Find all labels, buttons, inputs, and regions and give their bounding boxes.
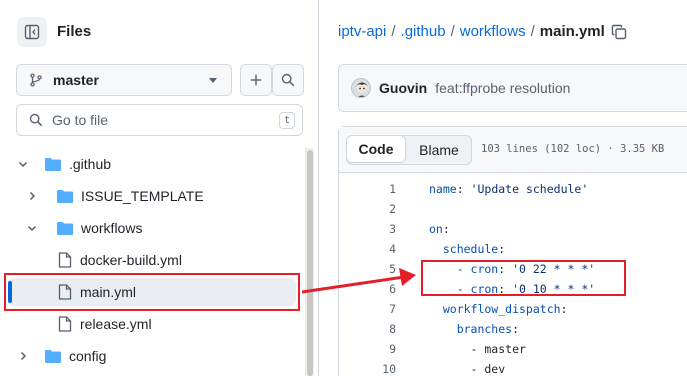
go-to-file-input[interactable]: Go to file t	[16, 104, 303, 136]
add-file-button[interactable]	[240, 64, 272, 96]
tab-code[interactable]: Code	[346, 135, 406, 163]
breadcrumb-current-file: main.yml	[539, 23, 605, 40]
line-number[interactable]: 3	[338, 222, 396, 236]
file-icon	[58, 252, 72, 268]
search-icon	[281, 73, 295, 87]
go-to-file-placeholder: Go to file	[52, 112, 109, 128]
copy-icon	[611, 24, 627, 39]
tab-blame[interactable]: Blame	[407, 136, 471, 164]
branch-selector[interactable]: master	[16, 64, 232, 96]
breadcrumb-workflows-link[interactable]: workflows	[460, 23, 526, 40]
yaml-colon: :	[456, 182, 471, 196]
code-line[interactable]: 4 schedule:	[338, 240, 687, 260]
line-number[interactable]: 7	[338, 302, 396, 316]
latest-commit-bar: Guovin feat:ffprobe resolution	[338, 64, 687, 112]
yaml-key: schedule	[429, 242, 499, 256]
code-line[interactable]: 7 workflow_dispatch:	[338, 300, 687, 320]
tree-item-label: docker-build.yml	[80, 252, 182, 268]
annotation-highlight-cron-lines	[421, 260, 626, 296]
yaml-colon: :	[498, 242, 506, 256]
breadcrumb: iptv-api / .github / workflows / main.ym…	[338, 23, 627, 40]
annotation-highlight-main-yml	[4, 273, 300, 311]
chevron-down-icon	[209, 78, 217, 83]
file-stats: 103 lines (102 loc) · 3.35 KB	[481, 143, 665, 155]
breadcrumb-separator: /	[530, 23, 535, 40]
line-source: name: 'Update schedule'	[429, 182, 588, 196]
code-line[interactable]: 10 - dev	[338, 360, 687, 376]
yaml-key: - dev	[429, 362, 506, 376]
tree-item-config[interactable]: config	[8, 342, 296, 370]
yaml-colon: :	[442, 222, 450, 236]
chevron-right-icon	[24, 188, 40, 204]
sidebar-scrollbar-thumb[interactable]	[307, 150, 313, 376]
tree-item-workflows[interactable]: workflows	[8, 214, 296, 242]
line-number[interactable]: 6	[338, 282, 396, 296]
plus-icon	[250, 74, 262, 86]
chevron-right-icon	[15, 348, 31, 364]
code-line[interactable]: 9 - master	[338, 340, 687, 360]
line-source: on:	[429, 222, 450, 236]
line-source: schedule:	[429, 242, 505, 256]
line-number[interactable]: 2	[338, 202, 396, 216]
tree-item-label: ISSUE_TEMPLATE	[81, 188, 204, 204]
code-line[interactable]: 3 on:	[338, 220, 687, 240]
line-source: branches:	[429, 322, 519, 336]
folder-icon	[57, 222, 73, 235]
line-source: workflow_dispatch:	[429, 302, 568, 316]
breadcrumb-github-link[interactable]: .github	[401, 23, 446, 40]
chevron-down-icon	[24, 220, 40, 236]
line-number[interactable]: 8	[338, 322, 396, 336]
tree-item-label: config	[69, 348, 107, 364]
code-line[interactable]: 8 branches:	[338, 320, 687, 340]
yaml-colon: :	[560, 302, 568, 316]
line-source: - dev	[429, 362, 506, 376]
keyboard-shortcut-hint: t	[279, 112, 295, 129]
git-branch-icon	[30, 73, 42, 87]
folder-icon	[57, 190, 73, 203]
tree-item-label: release.yml	[80, 316, 152, 332]
code-viewer-header: Code Blame 103 lines (102 loc) · 3.35 KB	[339, 127, 687, 173]
sidebar-divider[interactable]	[318, 0, 319, 376]
line-number[interactable]: 9	[338, 342, 396, 356]
tree-item-release-yml[interactable]: release.yml	[8, 310, 296, 338]
line-source: - master	[429, 342, 526, 356]
folder-icon	[45, 158, 61, 171]
search-icon	[29, 113, 43, 127]
line-number[interactable]: 5	[338, 262, 396, 276]
yaml-key: - master	[429, 342, 526, 356]
line-number[interactable]: 1	[338, 182, 396, 196]
code-line[interactable]: 2	[338, 200, 687, 220]
yaml-value: 'Update schedule'	[470, 182, 589, 196]
avatar[interactable]	[351, 78, 371, 98]
sidebar-collapse-icon	[24, 24, 40, 40]
tree-item-github[interactable]: .github	[8, 150, 296, 178]
yaml-key: on	[429, 222, 443, 236]
line-number[interactable]: 4	[338, 242, 396, 256]
yaml-key: name	[429, 182, 457, 196]
chevron-down-icon	[15, 156, 31, 172]
file-icon	[58, 316, 72, 332]
breadcrumb-separator: /	[450, 23, 455, 40]
tree-item-label: workflows	[81, 220, 143, 236]
yaml-key: branches	[429, 322, 513, 336]
code-line[interactable]: 1 name: 'Update schedule'	[338, 180, 687, 200]
tree-item-issue-template[interactable]: ISSUE_TEMPLATE	[8, 182, 296, 210]
commit-author[interactable]: Guovin	[379, 80, 427, 96]
view-mode-toggle: Code Blame	[346, 135, 472, 165]
commit-message[interactable]: feat:ffprobe resolution	[435, 80, 570, 96]
yaml-colon: :	[512, 322, 520, 336]
sidebar-title: Files	[57, 23, 92, 40]
tree-item-docker-build[interactable]: docker-build.yml	[8, 246, 296, 274]
breadcrumb-separator: /	[391, 23, 396, 40]
line-number[interactable]: 10	[338, 362, 396, 376]
search-code-button[interactable]	[272, 64, 304, 96]
tree-item-label: .github	[69, 156, 112, 172]
file-tree-sidebar: Files master Go to file t .github ISSUE_…	[0, 0, 318, 376]
collapse-sidebar-button[interactable]	[17, 17, 47, 47]
breadcrumb-repo-link[interactable]: iptv-api	[338, 23, 386, 40]
yaml-key: workflow_dispatch	[429, 302, 561, 316]
folder-icon	[45, 350, 61, 363]
branch-name: master	[53, 72, 99, 88]
copy-path-button[interactable]	[611, 24, 627, 40]
